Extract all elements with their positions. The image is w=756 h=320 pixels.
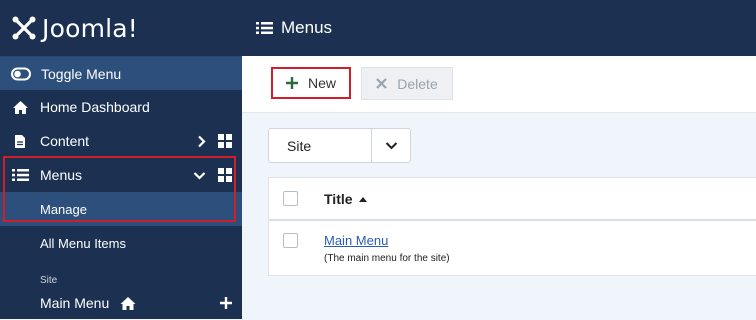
table-header: Title [269,178,756,221]
sidebar-item-label: Menus [40,167,83,183]
list-icon [256,22,273,34]
page-title: Menus [281,18,333,37]
table-row: Main Menu (The main menu for the site) [269,221,756,277]
sidebar-item-content[interactable]: Content [0,124,242,158]
home-icon [11,100,29,115]
joomla-logo-icon [12,16,36,40]
plus-icon[interactable] [220,297,232,309]
brand-name: Joomla! [42,13,139,43]
site-filter-value: Site [287,137,312,154]
dashboard-grid-icon[interactable] [218,134,232,148]
chevron-down-icon[interactable] [371,129,410,162]
dashboard-grid-icon[interactable] [218,168,232,182]
file-icon [11,134,29,149]
sort-asc-icon [359,196,368,202]
sidebar-item-label: Content [40,133,90,149]
delete-button-label: Delete [397,75,438,92]
sidebar-item-main-menu[interactable]: Main Menu [0,286,242,320]
page-header: Menus [242,0,756,56]
chevron-right-icon[interactable] [197,135,206,148]
menus-table: Title Main Menu (The main menu for the s… [268,177,756,276]
menu-description: (The main menu for the site) [324,253,450,264]
sidebar-section-label: Site [40,275,58,286]
sidebar-item-home-dashboard[interactable]: Home Dashboard [0,90,242,124]
sidebar-item-menus[interactable]: Menus [0,158,242,192]
row-title-cell: Main Menu (The main menu for the site) [324,233,450,264]
chevron-down-icon[interactable] [193,171,206,180]
new-button[interactable]: New [271,67,351,99]
toggle-icon [11,67,31,80]
close-icon [376,78,388,89]
toggle-menu-label: Toggle Menu [41,65,122,82]
sidebar-item-label: Main Menu [40,295,110,311]
sidebar: Joomla! Toggle Menu Home Dashboard Conte… [0,0,242,319]
brand[interactable]: Joomla! [0,0,242,57]
site-filter-select[interactable]: Site [268,128,411,163]
delete-button[interactable]: Delete [361,67,453,100]
menu-title-link[interactable]: Main Menu [324,233,450,248]
plus-icon [285,77,298,89]
home-icon [120,296,136,310]
sidebar-subitem-manage[interactable]: Manage [0,192,242,226]
sidebar-subitem-all-menu-items[interactable]: All Menu Items [0,226,242,260]
column-header-title[interactable]: Title [324,191,368,207]
list-icon [11,168,29,182]
sidebar-item-label: Home Dashboard [40,99,150,115]
toggle-menu-button[interactable]: Toggle Menu [0,57,242,90]
row-checkbox[interactable] [283,233,298,248]
new-button-label: New [307,75,336,91]
toolbar: New Delete [242,56,756,113]
select-all-checkbox[interactable] [283,191,298,206]
